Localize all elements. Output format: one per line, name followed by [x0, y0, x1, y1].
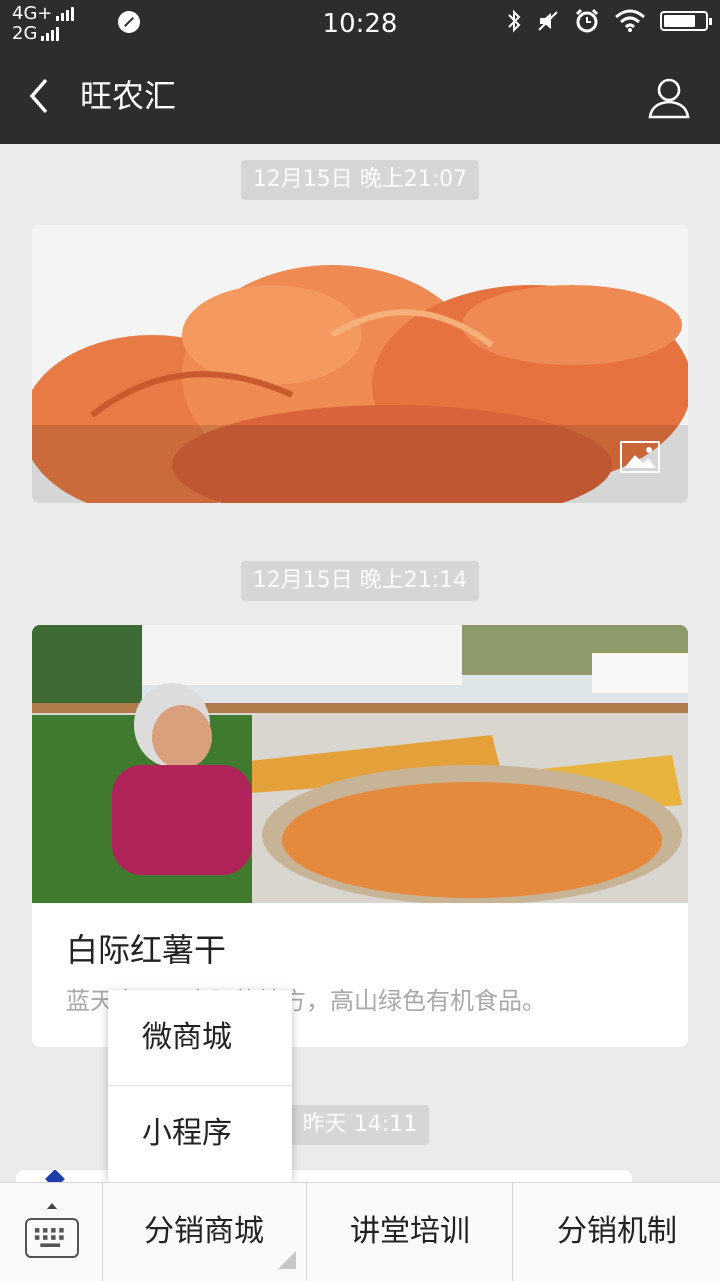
- article-message-card[interactable]: 白际红薯干 蓝天白云下方阳的地方，高山绿色有机食品。: [32, 625, 688, 1047]
- menu-button-lecture-training[interactable]: 讲堂培训: [308, 1183, 513, 1281]
- dried-sweet-potato-photo: [32, 225, 688, 503]
- mute-icon: [538, 11, 558, 31]
- system-icons: [506, 8, 712, 34]
- chevron-up-icon: [47, 1203, 57, 1209]
- message-timestamp: 12月15日 晚上21:14: [0, 561, 720, 601]
- image-message-card[interactable]: [32, 225, 688, 503]
- status-bar: 4G+ 2G 10:28: [0, 0, 720, 48]
- submenu-item-weishangcheng[interactable]: 微商城: [108, 990, 292, 1086]
- timestamp-label: 昨天 14:11: [290, 1105, 430, 1145]
- bluetooth-icon: [508, 9, 521, 33]
- nav-bar: 旺农汇: [0, 48, 720, 144]
- wifi-icon: [615, 9, 645, 32]
- submenu-popup: 微商城 小程序: [108, 990, 292, 1182]
- article-cover-photo: [32, 625, 688, 903]
- keyboard-toggle-button[interactable]: [0, 1183, 103, 1281]
- article-title: 白际红薯干: [66, 931, 227, 969]
- menu-button-distribution-mechanism[interactable]: 分销机制: [514, 1183, 720, 1281]
- bottom-menu-bar: 分销商城 讲堂培训 分销机制: [0, 1182, 720, 1281]
- message-timestamp: 12月15日 晚上21:07: [0, 160, 720, 200]
- page-title: 旺农汇: [80, 77, 177, 115]
- timestamp-label: 12月15日 晚上21:14: [240, 561, 480, 601]
- timestamp-label: 12月15日 晚上21:07: [240, 160, 480, 200]
- battery-icon: [660, 11, 712, 31]
- keyboard-icon: [25, 1218, 79, 1258]
- profile-icon[interactable]: [646, 74, 692, 120]
- menu-button-distribution-mall[interactable]: 分销商城: [102, 1183, 307, 1281]
- back-chevron-icon[interactable]: [20, 76, 60, 116]
- image-icon: [620, 441, 660, 473]
- submenu-item-mini-program[interactable]: 小程序: [108, 1086, 292, 1182]
- alarm-icon: [575, 8, 599, 33]
